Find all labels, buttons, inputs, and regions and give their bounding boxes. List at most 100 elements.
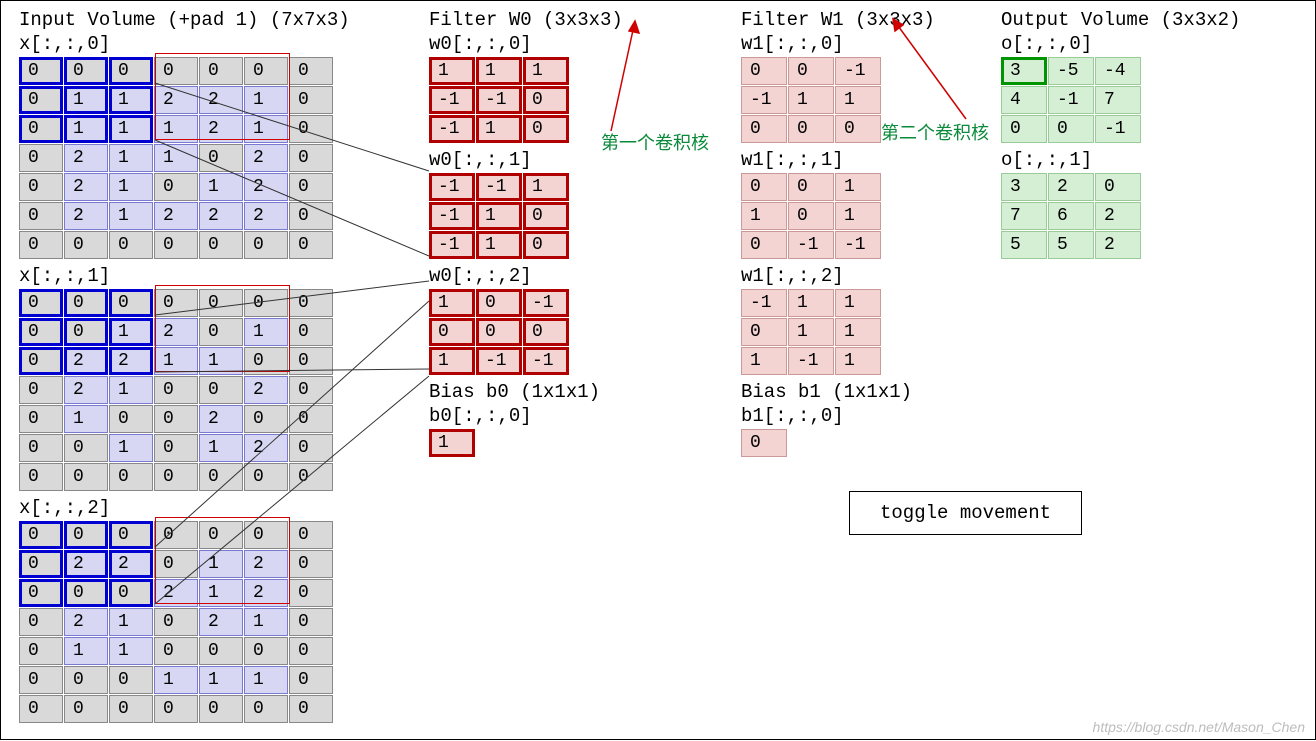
grid-x2-cell: 0 (19, 550, 63, 578)
grid-x0-cell: 0 (244, 57, 288, 85)
grid-x2-cell: 0 (64, 666, 108, 694)
grid-w02-cell: 0 (429, 318, 475, 346)
grid-x1-cell: 0 (289, 347, 333, 375)
grid-x0-cell: 0 (64, 231, 108, 259)
grid-x1-cell: 1 (244, 318, 288, 346)
grid-x1-cell: 0 (109, 289, 153, 317)
o0-grid: 3-5-44-1700-1 (1001, 57, 1240, 143)
grid-x0-cell: 0 (289, 144, 333, 172)
grid-x1-cell: 2 (154, 318, 198, 346)
grid-x2-cell: 2 (64, 550, 108, 578)
grid-x0-cell: 0 (19, 57, 63, 85)
w0-d0-label: w0[:,:,0] (429, 33, 623, 55)
grid-x0-cell: 0 (244, 231, 288, 259)
grid-w02-cell: 0 (476, 318, 522, 346)
grid-w00-cell: 0 (523, 86, 569, 114)
grid-x1-cell: 2 (244, 376, 288, 404)
grid-x0-cell: 0 (199, 144, 243, 172)
grid-w10-cell: 1 (788, 86, 834, 114)
grid-x1-cell: 0 (244, 289, 288, 317)
grid-x2-cell: 0 (109, 579, 153, 607)
grid-w10-cell: 0 (741, 115, 787, 143)
annotation-second-kernel: 第二个卷积核 (881, 119, 989, 145)
grid-x1-cell: 0 (154, 434, 198, 462)
grid-x1-cell: 0 (289, 434, 333, 462)
grid-x1-cell: 0 (19, 347, 63, 375)
grid-o1-cell: 2 (1095, 231, 1141, 259)
grid-w02-cell: 0 (476, 289, 522, 317)
grid-x1-cell: 0 (289, 463, 333, 491)
grid-x1-cell: 0 (289, 376, 333, 404)
grid-x1-cell: 0 (244, 463, 288, 491)
grid-x0-cell: 0 (19, 144, 63, 172)
input-column: Input Volume (+pad 1) (7x7x3) x[:,:,0] 0… (19, 9, 350, 723)
grid-x2-cell: 0 (289, 550, 333, 578)
grid-x0-cell: 2 (64, 202, 108, 230)
grid-x0-cell: 0 (64, 57, 108, 85)
grid-x2-cell: 1 (199, 550, 243, 578)
grid-x1-cell: 0 (154, 405, 198, 433)
grid-x2-cell: 0 (109, 666, 153, 694)
grid-x1-cell: 1 (154, 347, 198, 375)
grid-w01-cell: -1 (429, 202, 475, 230)
grid-w00-cell: -1 (429, 115, 475, 143)
grid-w10-cell: -1 (835, 57, 881, 85)
grid-x0-cell: 1 (109, 115, 153, 143)
o0-label: o[:,:,0] (1001, 33, 1240, 55)
grid-x1-cell: 0 (64, 463, 108, 491)
grid-x0-cell: 1 (244, 86, 288, 114)
grid-w02-cell: 0 (523, 318, 569, 346)
grid-w00-cell: 1 (523, 57, 569, 85)
grid-x0-cell: 2 (244, 202, 288, 230)
grid-x2-cell: 0 (109, 695, 153, 723)
grid-w02-cell: 1 (429, 347, 475, 375)
grid-o1-cell: 7 (1001, 202, 1047, 230)
grid-x0-cell: 1 (64, 115, 108, 143)
grid-x1-cell: 2 (64, 347, 108, 375)
grid-o0-cell: -1 (1048, 86, 1094, 114)
grid-x1-cell: 0 (109, 463, 153, 491)
grid-w11-cell: 0 (741, 231, 787, 259)
grid-x2-cell: 0 (289, 637, 333, 665)
grid-x2-cell: 0 (289, 695, 333, 723)
grid-x1-cell: 0 (199, 318, 243, 346)
grid-x2-cell: 0 (289, 579, 333, 607)
grid-x1-cell: 1 (199, 434, 243, 462)
grid-x1-cell: 0 (154, 289, 198, 317)
grid-w10-cell: 0 (835, 115, 881, 143)
grid-o0-cell: 0 (1001, 115, 1047, 143)
grid-w12-cell: 1 (835, 289, 881, 317)
w1-d1-label: w1[:,:,1] (741, 149, 935, 171)
grid-x0-cell: 1 (154, 144, 198, 172)
grid-x1-cell: 0 (64, 434, 108, 462)
grid-w11-cell: -1 (835, 231, 881, 259)
grid-x0-cell: 2 (64, 144, 108, 172)
grid-x0-cell: 1 (244, 115, 288, 143)
grid-w12-cell: 1 (835, 347, 881, 375)
grid-w02-cell: 1 (429, 289, 475, 317)
grid-w00-cell: 1 (476, 115, 522, 143)
grid-w01-cell: 1 (523, 173, 569, 201)
grid-x1-cell: 1 (109, 318, 153, 346)
grid-w01-cell: -1 (476, 173, 522, 201)
grid-x0-cell: 0 (199, 231, 243, 259)
output-title: Output Volume (3x3x2) (1001, 9, 1240, 31)
grid-w02-cell: -1 (523, 289, 569, 317)
grid-x2-cell: 0 (289, 608, 333, 636)
toggle-movement-button[interactable]: toggle movement (849, 491, 1082, 535)
grid-o0-cell: -5 (1048, 57, 1094, 85)
grid-w10-cell: 1 (835, 86, 881, 114)
input-grid-x0: 0000000011221001112100211020021012002122… (19, 57, 350, 259)
grid-x2-cell: 0 (289, 666, 333, 694)
grid-x2-cell: 0 (154, 695, 198, 723)
grid-x2-cell: 1 (109, 637, 153, 665)
grid-x1-cell: 2 (64, 376, 108, 404)
grid-w00-cell: -1 (476, 86, 522, 114)
input-grid-x1: 0000000001201002211000210020010020000101… (19, 289, 350, 491)
grid-w01-cell: 1 (476, 231, 522, 259)
grid-x1-cell: 0 (154, 376, 198, 404)
grid-x2-cell: 0 (64, 521, 108, 549)
grid-x0-cell: 0 (109, 57, 153, 85)
grid-x0-cell: 0 (289, 86, 333, 114)
grid-b1-cell: 0 (741, 429, 787, 457)
